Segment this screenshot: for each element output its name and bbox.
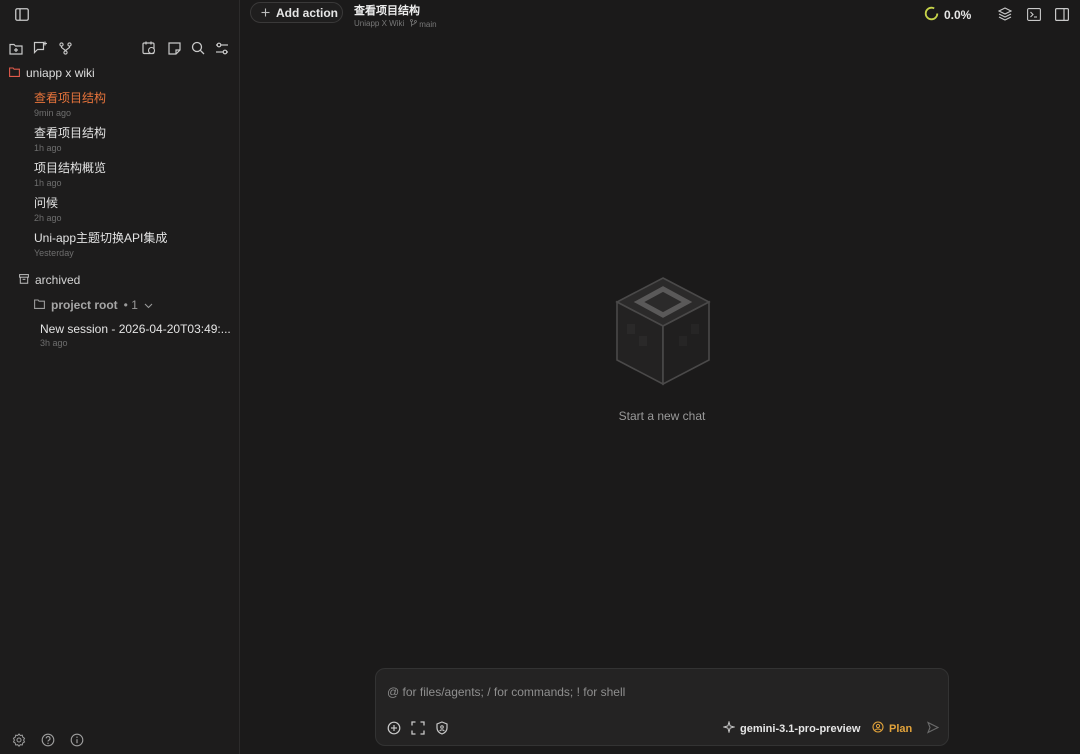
calendar-icon[interactable] [139,38,159,58]
add-action-button[interactable]: Add action [250,2,343,23]
archive-icon [19,273,29,287]
session-item[interactable]: Uni-app主题切换API集成 Yesterday [34,229,167,258]
folder-icon [34,298,45,312]
branch-name: main [419,19,437,29]
session-title: 问候 [34,196,59,210]
sparkle-icon [722,720,736,736]
session-item[interactable]: 查看项目结构 9min ago [34,89,106,118]
empty-state-text: Start a new chat [618,409,706,423]
terminal-icon[interactable] [1025,5,1043,23]
session-time: 1h ago [34,143,62,153]
sidebar: uniapp x wiki 查看项目结构 9min ago 查看项目结构 1h … [0,0,240,754]
plan-mode-toggle[interactable]: Plan [872,721,912,736]
project-root-group[interactable]: project root • 1 [34,298,153,312]
session-header: 查看项目结构 Uniapp X Wiki main [354,2,437,29]
model-selector[interactable]: gemini-3.1-pro-preview [722,720,861,736]
filter-icon[interactable] [212,38,232,58]
session-title: New session - 2026-04-20T03:49:... [40,322,231,336]
note-icon[interactable] [164,38,184,58]
settings-icon[interactable] [12,733,26,750]
add-action-label: Add action [276,5,338,20]
session-title: Uni-app主题切换API集成 [34,231,168,245]
model-name: gemini-3.1-pro-preview [740,722,861,735]
topbar: Add action 查看项目结构 Uniapp X Wiki main 0.0… [240,0,1080,29]
project-name: uniapp x wiki [26,66,95,80]
session-title: 项目结构概览 [34,161,107,175]
group-name: project root [51,298,118,312]
empty-state-cube-icon [613,276,713,391]
add-circle-icon[interactable] [387,721,401,738]
session-time: Yesterday [34,248,74,258]
session-time: 2h ago [34,213,62,223]
right-panel-toggle-icon[interactable] [1053,5,1071,23]
folder-icon [9,66,20,80]
search-icon[interactable] [188,38,208,58]
info-icon[interactable] [70,733,84,750]
fullscreen-icon[interactable] [411,721,425,738]
chat-composer: gemini-3.1-pro-preview Plan [375,668,949,746]
chevron-down-icon[interactable] [144,298,153,312]
group-count: • 1 [123,298,138,312]
progress-ring-icon [924,6,939,24]
branch-icon[interactable] [55,38,75,58]
project-item[interactable]: uniapp x wiki [9,66,95,80]
sidebar-footer [12,733,84,750]
help-icon[interactable] [41,733,55,750]
session-item[interactable]: 问候 2h ago [34,194,62,223]
archived-label: archived [35,273,81,287]
plan-mode-label: Plan [889,722,913,735]
archived-section[interactable]: archived [19,273,80,287]
layers-icon[interactable] [996,5,1014,23]
new-chat-icon[interactable] [30,38,50,58]
plan-mode-icon [872,721,884,736]
context-usage[interactable]: 0.0% [924,6,971,24]
session-title: 查看项目结构 [34,91,107,105]
main-panel: Add action 查看项目结构 Uniapp X Wiki main 0.0… [240,0,1080,754]
plus-icon [261,6,270,20]
progress-value: 0.0% [944,8,972,22]
session-time: 3h ago [40,338,68,348]
git-branch-icon [410,19,418,29]
session-time: 9min ago [34,108,72,118]
chat-input[interactable] [385,681,929,703]
session-item[interactable]: 查看项目结构 1h ago [34,124,106,153]
new-folder-icon[interactable] [6,38,26,58]
shield-icon[interactable] [435,721,449,738]
sidebar-toggle-icon[interactable] [13,5,31,23]
session-header-title: 查看项目结构 [354,5,420,17]
send-icon[interactable] [926,721,940,737]
archived-session-item[interactable]: New session - 2026-04-20T03:49:... 3h ag… [40,322,231,348]
project-subtitle: Uniapp X Wiki [354,19,405,28]
session-time: 1h ago [34,178,62,188]
session-item[interactable]: 项目结构概览 1h ago [34,159,106,188]
session-title: 查看项目结构 [34,126,107,140]
